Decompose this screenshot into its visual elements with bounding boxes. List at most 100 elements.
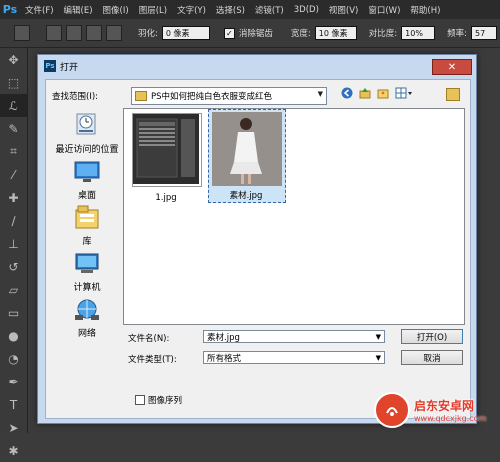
lasso-tool-preset-icon[interactable] — [14, 25, 30, 41]
file-name[interactable]: 素材.jpg — [208, 189, 284, 201]
back-icon[interactable] — [341, 87, 353, 99]
lookin-row: 查找范围(I): PS中如何把纯白色衣服变成红色 ▼ * — [52, 87, 464, 105]
contrast-input[interactable]: 10% — [401, 26, 436, 40]
type-tool-icon[interactable]: T — [0, 393, 27, 416]
watermark-text: 启东安卓网 www.qdcxjkg.com — [414, 397, 486, 423]
place-label: 库 — [82, 237, 92, 247]
lookin-dropdown[interactable]: PS中如何把纯白色衣服变成红色 ▼ — [131, 87, 327, 105]
folder-up-icon[interactable] — [446, 88, 460, 101]
width-input[interactable]: 10 像素 — [314, 26, 357, 40]
libraries-icon — [75, 205, 99, 229]
file-list: 1.jpg 素材.jpg — [123, 108, 465, 325]
menu-help[interactable]: 帮助(H) — [405, 4, 445, 16]
marquee-tool-icon[interactable]: ⬚ — [0, 71, 27, 94]
filetype-dropdown[interactable]: 所有格式 ▼ — [203, 351, 385, 364]
menu-window[interactable]: 窗口(W) — [363, 4, 405, 16]
dialog-title: 打开 — [60, 62, 79, 73]
contrast-label: 对比度: — [368, 29, 398, 39]
view-menu-icon[interactable] — [395, 87, 413, 99]
desktop-icon — [74, 161, 100, 182]
healing-brush-tool-icon[interactable]: ✚ — [0, 186, 27, 209]
filename-input[interactable]: 素材.jpg ▼ — [203, 330, 385, 343]
watermark-logo-icon — [374, 392, 410, 428]
dodge-tool-icon[interactable]: ◔ — [0, 347, 27, 370]
move-tool-icon[interactable]: ✥ — [0, 48, 27, 71]
place-label: 计算机 — [73, 283, 101, 293]
folder-icon — [135, 91, 147, 101]
dialog-body: 查找范围(I): PS中如何把纯白色衣服变成红色 ▼ * 最近访问的位置 桌面 … — [45, 79, 471, 419]
file-item[interactable] — [132, 113, 202, 187]
menu-view[interactable]: 视图(V) — [324, 4, 363, 16]
add-selection-icon[interactable] — [66, 25, 82, 41]
file-thumbnail — [212, 112, 282, 186]
feather-label: 羽化: — [138, 29, 158, 39]
frequency-input[interactable]: 57 — [471, 26, 498, 40]
clone-stamp-tool-icon[interactable]: ⊥ — [0, 232, 27, 255]
photoshop-app-icon: Ps — [44, 60, 56, 72]
filetype-label: 文件类型(T): — [128, 355, 177, 365]
new-folder-icon[interactable]: * — [377, 87, 389, 99]
open-dialog: Ps 打开 ✕ 查找范围(I): PS中如何把纯白色衣服变成红色 ▼ * 最近访… — [37, 54, 477, 424]
watermark-url: www.qdcxjkg.com — [414, 414, 487, 423]
open-button[interactable]: 打开(O) — [401, 329, 463, 344]
options-bar: 羽化: 0 像素 ✓ 消除锯齿 宽度: 10 像素 对比度: 10% 频率: 5… — [0, 19, 500, 48]
place-label: 最近访问的位置 — [55, 145, 119, 155]
chevron-down-icon[interactable]: ▼ — [376, 333, 381, 341]
brush-tool-icon[interactable]: ∕ — [0, 209, 27, 232]
watermark-name: 启东安卓网 — [414, 399, 475, 413]
place-recent[interactable]: 最近访问的位置 — [52, 112, 122, 155]
toolbox: ✥ ⬚ ℒ ✎ ⌗ ⁄ ✚ ∕ ⊥ ↺ ▱ ▭ ● ◔ ✒ T ➤ ✱ — [0, 48, 28, 458]
width-label: 宽度: — [290, 29, 311, 39]
filetype-value: 所有格式 — [207, 353, 242, 364]
dialog-titlebar[interactable]: Ps 打开 — [38, 55, 476, 77]
subtract-selection-icon[interactable] — [86, 25, 102, 41]
shape-tool-icon[interactable]: ✱ — [0, 439, 27, 462]
feather-input[interactable]: 0 像素 — [161, 26, 210, 40]
chevron-down-icon: ▼ — [317, 90, 323, 98]
file-name[interactable]: 1.jpg — [128, 193, 204, 203]
magnetic-lasso-tool-icon[interactable]: ℒ — [0, 94, 27, 117]
file-thumbnail — [133, 114, 199, 184]
place-libraries[interactable]: 库 — [52, 204, 122, 247]
place-network[interactable]: 网络 — [52, 298, 122, 339]
eyedropper-tool-icon[interactable]: ⁄ — [0, 163, 27, 186]
gradient-tool-icon[interactable]: ▭ — [0, 301, 27, 324]
place-computer[interactable]: 计算机 — [52, 252, 122, 293]
svg-text:*: * — [382, 91, 385, 98]
menu-file[interactable]: 文件(F) — [20, 4, 59, 16]
chevron-down-icon[interactable]: ▼ — [376, 354, 381, 362]
menu-image[interactable]: 图像(I) — [98, 4, 134, 16]
place-label: 网络 — [77, 329, 96, 339]
places-bar: 最近访问的位置 桌面 库 计算机 网络 — [52, 108, 122, 378]
path-selection-tool-icon[interactable]: ➤ — [0, 416, 27, 439]
quick-selection-tool-icon[interactable]: ✎ — [0, 117, 27, 140]
intersect-selection-icon[interactable] — [106, 25, 122, 41]
new-selection-icon[interactable] — [46, 25, 62, 41]
menu-filter[interactable]: 滤镜(T) — [250, 4, 289, 16]
checkbox-box[interactable] — [135, 395, 145, 405]
menu-type[interactable]: 文字(Y) — [172, 4, 211, 16]
crop-tool-icon[interactable]: ⌗ — [0, 140, 27, 163]
place-desktop[interactable]: 桌面 — [52, 160, 122, 201]
pen-tool-icon[interactable]: ✒ — [0, 370, 27, 393]
close-button[interactable]: ✕ — [432, 59, 472, 75]
lookin-label: 查找范围(I): — [52, 92, 99, 102]
image-sequence-checkbox[interactable]: 图像序列 — [135, 394, 182, 406]
image-sequence-label: 图像序列 — [148, 396, 183, 406]
antialias-checkbox[interactable]: ✓ — [223, 27, 235, 39]
blur-tool-icon[interactable]: ● — [0, 324, 27, 347]
nav-toolbar: * — [341, 87, 413, 99]
eraser-tool-icon[interactable]: ▱ — [0, 278, 27, 301]
menu-edit[interactable]: 编辑(E) — [59, 4, 98, 16]
history-brush-tool-icon[interactable]: ↺ — [0, 255, 27, 278]
menu-layer[interactable]: 图层(L) — [134, 4, 172, 16]
photoshop-logo: Ps — [2, 3, 18, 16]
cancel-button[interactable]: 取消 — [401, 350, 463, 365]
menu-3d[interactable]: 3D(D) — [289, 5, 324, 15]
place-label: 桌面 — [77, 191, 96, 201]
recent-places-icon — [76, 113, 96, 135]
menu-select[interactable]: 选择(S) — [211, 4, 250, 16]
menubar: Ps 文件(F) 编辑(E) 图像(I) 图层(L) 文字(Y) 选择(S) 滤… — [0, 0, 500, 19]
up-one-level-icon[interactable] — [359, 87, 371, 99]
antialias-label: 消除锯齿 — [238, 29, 273, 39]
